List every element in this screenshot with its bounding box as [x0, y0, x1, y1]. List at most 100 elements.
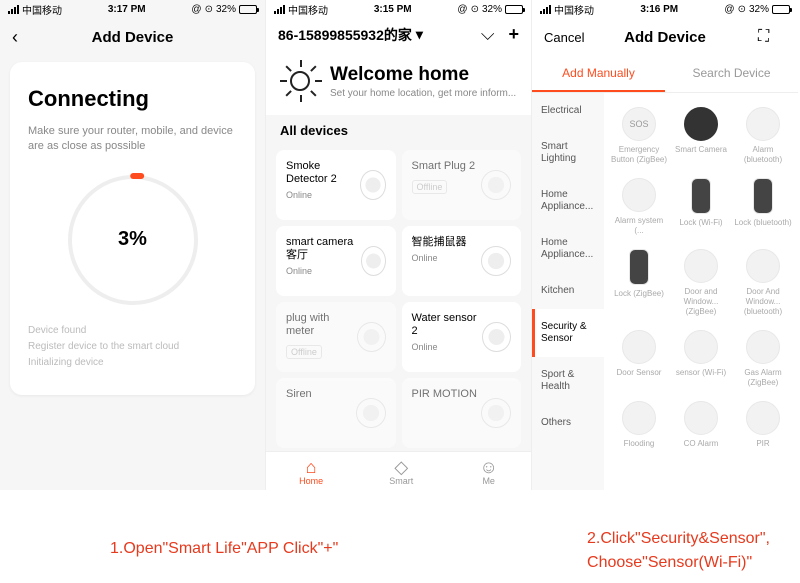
product-item[interactable]: Lock (bluetooth)	[732, 172, 794, 241]
connecting-heading: Connecting	[28, 86, 237, 112]
page-title: Add Device	[40, 29, 225, 46]
status-time: 3:15 PM	[374, 4, 412, 15]
status-time: 3:16 PM	[640, 4, 678, 15]
device-icon	[481, 398, 511, 428]
device-card[interactable]: plug with meterOffline	[276, 302, 396, 372]
signal-icon	[540, 5, 551, 14]
step-2: Register device to the smart cloud	[28, 339, 237, 355]
product-item[interactable]: SOSEmergency Button (ZigBee)	[608, 101, 670, 170]
carrier: 中国移动	[288, 2, 328, 17]
battery-pct: 32%	[749, 4, 769, 15]
alarm-icon: ⊙	[471, 4, 479, 15]
device-icon	[357, 322, 386, 352]
tab-add-manually[interactable]: Add Manually	[532, 56, 665, 92]
product-icon	[746, 401, 780, 435]
carrier: 中国移动	[22, 2, 62, 17]
product-item[interactable]: Alarm system (...	[608, 172, 670, 241]
device-icon	[360, 170, 386, 200]
device-card[interactable]: Smoke Detector 2Online	[276, 150, 396, 220]
page-title: Add Device	[572, 29, 758, 46]
product-item[interactable]: Door and Window... (ZigBee)	[670, 243, 732, 322]
connecting-sub: Make sure your router, mobile, and devic…	[28, 124, 237, 155]
device-card[interactable]: Siren	[276, 378, 396, 448]
nav-bar: ‹ Add Device	[0, 18, 265, 56]
scan-icon[interactable]: ⛶	[758, 28, 786, 46]
category-item[interactable]: Home Appliance...	[532, 225, 604, 273]
chevron-down-icon: ▾	[416, 26, 423, 43]
product-item[interactable]: Door And Window... (bluetooth)	[732, 243, 794, 322]
product-item[interactable]: Lock (Wi-Fi)	[670, 172, 732, 241]
product-icon	[684, 249, 718, 283]
connecting-card: Connecting Make sure your router, mobile…	[10, 62, 255, 395]
category-item[interactable]: Home Appliance...	[532, 177, 604, 225]
battery-pct: 32%	[482, 4, 502, 15]
category-item[interactable]: Sport & Health	[532, 357, 604, 405]
status-bar: 中国移动 3:15 PM @ ⊙ 32%	[266, 0, 531, 18]
product-item[interactable]: Flooding	[608, 395, 670, 455]
product-icon	[746, 330, 780, 364]
add-icon[interactable]: +	[508, 24, 519, 45]
device-card[interactable]: Smart Plug 2Offline	[402, 150, 522, 220]
caption-1: 1.Open"Smart Life"APP Click"+"	[110, 537, 338, 575]
mic-icon[interactable]: ⌵	[481, 24, 495, 45]
product-item[interactable]: Gas Alarm (ZigBee)	[732, 324, 794, 393]
step-1: Device found	[28, 323, 237, 339]
battery-icon	[239, 5, 257, 14]
device-card[interactable]: PIR MOTION	[402, 378, 522, 448]
section-all-devices[interactable]: All devices	[266, 115, 531, 144]
signal-icon	[8, 5, 19, 14]
product-item[interactable]: Lock (ZigBee)	[608, 243, 670, 322]
device-icon	[482, 322, 511, 352]
location-icon: @	[457, 4, 467, 15]
product-icon	[746, 249, 780, 283]
product-item[interactable]: PIR	[732, 395, 794, 455]
category-item[interactable]: Electrical	[532, 93, 604, 129]
device-card[interactable]: 智能捕鼠器Online	[402, 226, 522, 296]
product-icon	[753, 178, 773, 214]
nav-me[interactable]: ☺Me	[480, 458, 498, 486]
product-icon: SOS	[622, 107, 656, 141]
product-icon	[691, 178, 711, 214]
product-icon	[622, 178, 656, 212]
progress-ring: 3%	[68, 175, 198, 305]
signal-icon	[274, 5, 285, 14]
welcome-heading: Welcome home	[330, 64, 516, 86]
device-icon	[356, 398, 386, 428]
back-icon[interactable]: ‹	[12, 27, 18, 48]
carrier: 中国移动	[554, 2, 594, 17]
category-item[interactable]: Others	[532, 405, 604, 441]
category-item[interactable]: Smart Lighting	[532, 129, 604, 177]
device-icon	[481, 170, 511, 200]
tab-search-device[interactable]: Search Device	[665, 56, 798, 92]
product-icon	[622, 401, 656, 435]
battery-pct: 32%	[216, 4, 236, 15]
product-item[interactable]: Smart Camera	[670, 101, 732, 170]
device-card[interactable]: Water sensor 2Online	[402, 302, 522, 372]
home-title[interactable]: 86-15899855932的家▾	[278, 25, 423, 45]
device-card[interactable]: smart camera 客厅Online	[276, 226, 396, 296]
status-time: 3:17 PM	[108, 4, 146, 15]
location-icon: @	[724, 4, 734, 15]
status-bar: 中国移动 3:17 PM @ ⊙ 32%	[0, 0, 265, 18]
product-icon	[629, 249, 649, 285]
device-icon	[481, 246, 511, 276]
step-3: Initializing device	[28, 355, 237, 371]
battery-icon	[505, 5, 523, 14]
nav-smart[interactable]: ◇Smart	[389, 458, 413, 486]
product-icon	[746, 107, 780, 141]
product-item[interactable]: Alarm (bluetooth)	[732, 101, 794, 170]
product-item[interactable]: sensor (Wi-Fi)	[670, 324, 732, 393]
alarm-icon: ⊙	[738, 4, 746, 15]
product-item[interactable]: Door Sensor	[608, 324, 670, 393]
product-icon	[622, 330, 656, 364]
product-item[interactable]: CO Alarm	[670, 395, 732, 455]
device-icon	[361, 246, 386, 276]
progress-percent: 3%	[68, 175, 198, 305]
category-item[interactable]: Kitchen	[532, 273, 604, 309]
status-bar: 中国移动 3:16 PM @ ⊙ 32%	[532, 0, 798, 18]
alarm-icon: ⊙	[205, 4, 213, 15]
nav-home[interactable]: ⌂Home	[299, 458, 323, 486]
welcome-sub[interactable]: Set your home location, get more inform.…	[330, 88, 516, 99]
category-item[interactable]: Security & Sensor	[532, 309, 604, 357]
battery-icon	[772, 5, 790, 14]
